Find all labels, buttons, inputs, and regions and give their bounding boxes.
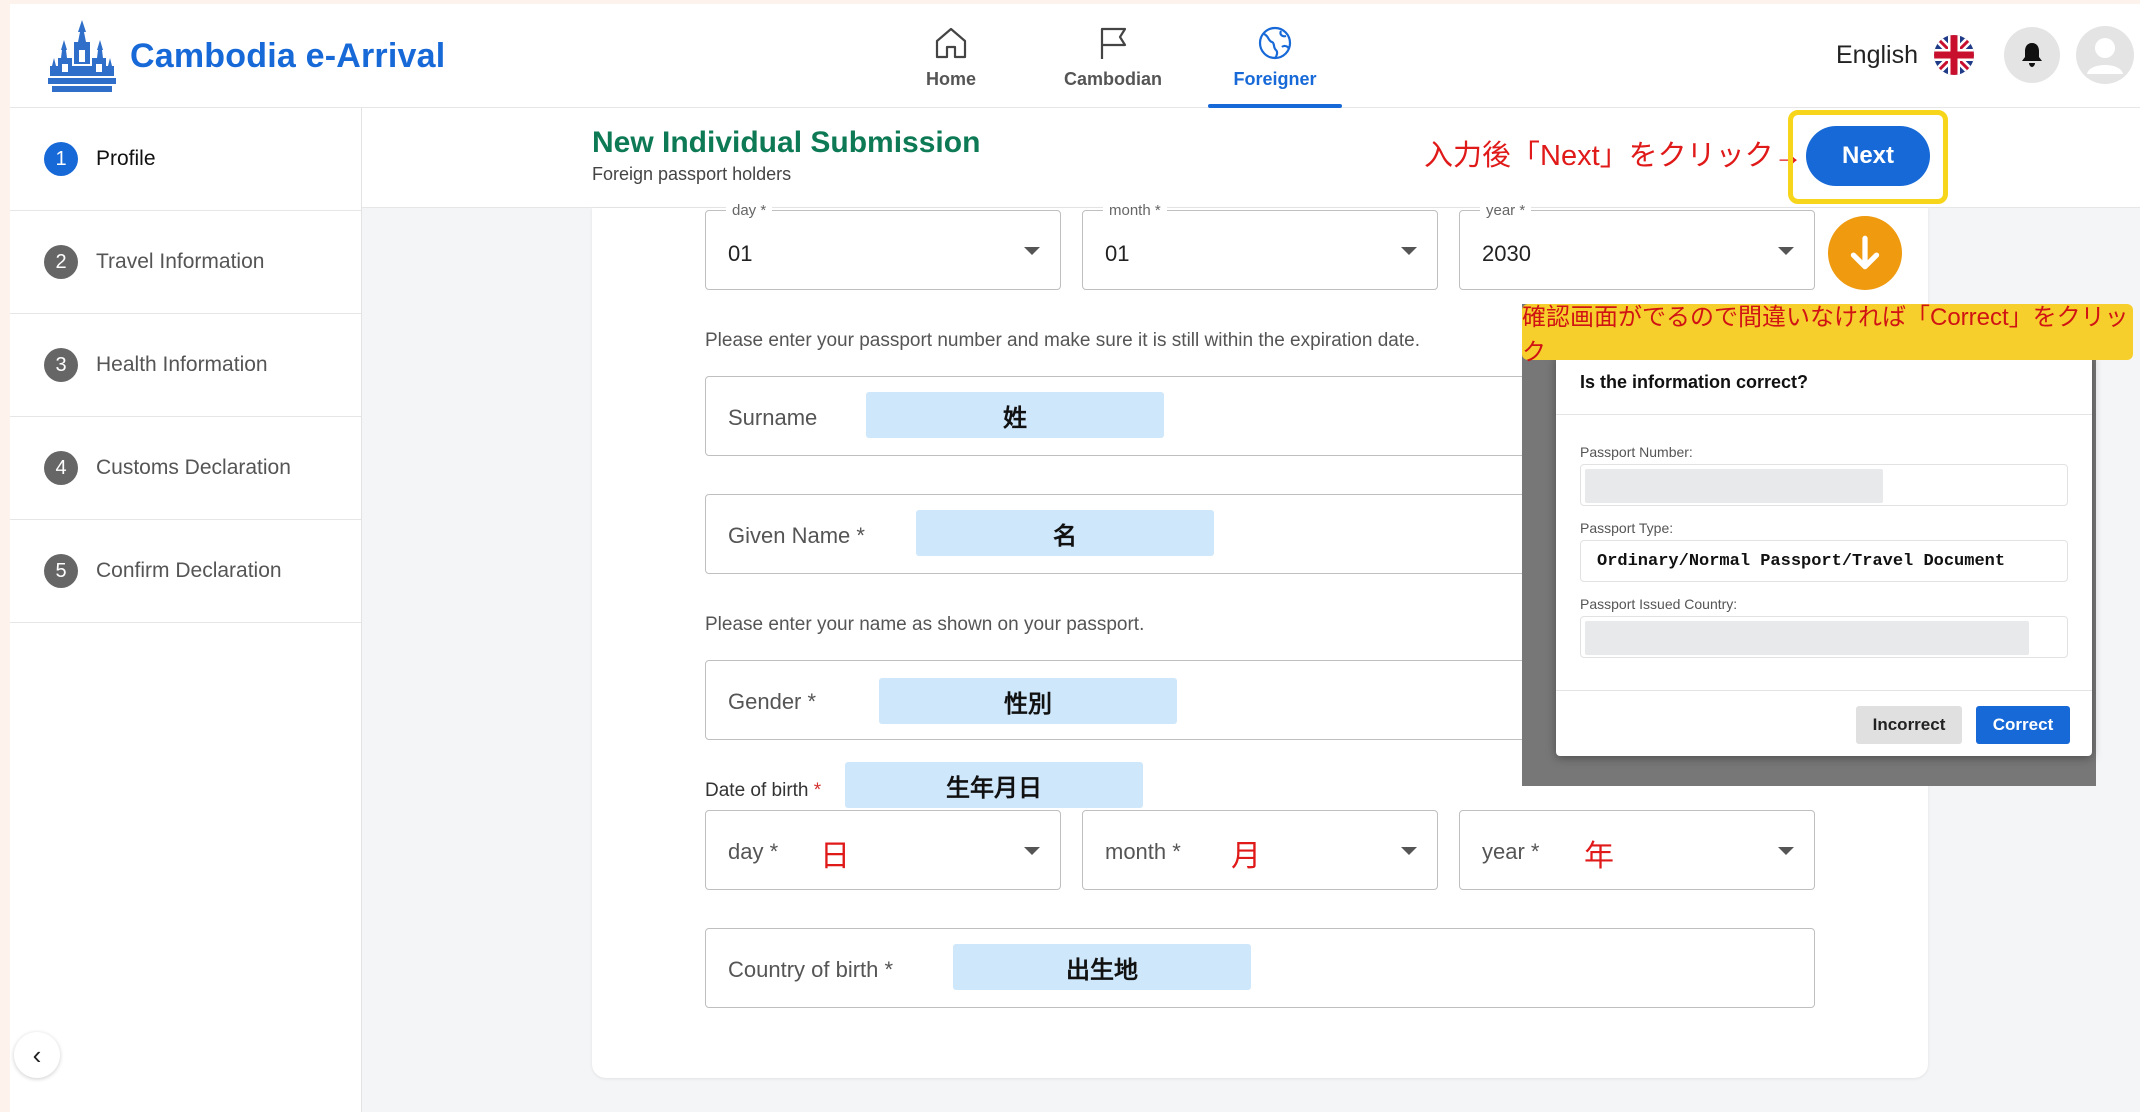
home-icon: [935, 27, 967, 58]
step-number: 2: [44, 245, 78, 279]
redacted-value: [1585, 621, 2029, 655]
top-header: Cambodia e-Arrival Home Cambodian Foreig…: [10, 4, 2140, 108]
dob-month-note: 月: [1231, 840, 1261, 873]
globe-icon: [1258, 26, 1292, 59]
step-number: 1: [44, 142, 78, 176]
redacted-value: [1585, 469, 1883, 503]
country-of-birth-label: Country of birth *: [728, 957, 894, 982]
expiry-month-select[interactable]: month * 01: [1082, 202, 1438, 290]
uk-flag-icon[interactable]: [1934, 35, 1974, 75]
required-mark: *: [813, 780, 822, 801]
surname-hint: 姓: [866, 392, 1164, 438]
given-name-hint: 名: [916, 510, 1214, 556]
angkor-logo-icon: [48, 20, 116, 92]
chevron-down-icon: [1024, 847, 1040, 855]
dob-month-select[interactable]: month * 月: [1082, 810, 1438, 890]
nav-home-label: Home: [925, 68, 976, 89]
step-profile[interactable]: 1 Profile: [10, 108, 361, 211]
step-number: 3: [44, 348, 78, 382]
step-number: 4: [44, 451, 78, 485]
main-nav: Home Cambodian Foreigner: [870, 4, 1356, 108]
step-number: 5: [44, 554, 78, 588]
confirm-dialog: Is the information correct? Passport Num…: [1556, 354, 2092, 756]
chevron-down-icon: [1024, 247, 1040, 255]
field-label: day *: [726, 202, 773, 220]
chevron-down-icon: [1401, 847, 1417, 855]
brand[interactable]: Cambodia e-Arrival: [48, 18, 445, 94]
field-value: 01: [1105, 241, 1130, 266]
nav-home[interactable]: Home: [870, 4, 1032, 108]
field-label: year *: [1480, 202, 1532, 220]
correct-button[interactable]: Correct: [1976, 706, 2070, 744]
passport-type-label: Passport Type:: [1580, 520, 1674, 536]
brand-name: Cambodia e-Arrival: [130, 36, 446, 75]
given-name-label: Given Name *: [728, 523, 865, 548]
incorrect-button[interactable]: Incorrect: [1856, 706, 1962, 744]
passport-number-value: [1580, 464, 2068, 506]
step-confirm-declaration[interactable]: 5 Confirm Declaration: [10, 520, 361, 623]
notification-bell-icon[interactable]: [2004, 27, 2060, 83]
title-bar: New Individual Submission Foreign passpo…: [362, 108, 2140, 208]
chevron-down-icon: [1778, 247, 1794, 255]
nav-foreigner[interactable]: Foreigner: [1194, 4, 1356, 108]
confirm-dialog-title: Is the information correct?: [1580, 372, 1809, 392]
step-label: Travel Information: [96, 250, 265, 273]
next-button[interactable]: Next: [1806, 126, 1930, 186]
field-label: month *: [1103, 202, 1167, 220]
step-travel-information[interactable]: 2 Travel Information: [10, 211, 361, 314]
expiry-year-select[interactable]: year * 2030: [1459, 202, 1815, 290]
steps-sidebar: 1 Profile 2 Travel Information 3 Health …: [10, 108, 362, 1112]
name-helper-text: Please enter your name as shown on your …: [705, 614, 1145, 635]
dob-day-select[interactable]: day * 日: [705, 810, 1061, 890]
gender-hint: 性別: [879, 678, 1177, 724]
dob-day-note: 日: [820, 840, 850, 873]
dob-label: Date of birth *: [705, 780, 821, 802]
next-instruction-annotation: 入力後「Next」をクリック→: [1424, 140, 1803, 172]
dob-hint: 生年月日: [845, 762, 1143, 808]
user-avatar-icon[interactable]: [2076, 26, 2134, 84]
passport-number-label: Passport Number:: [1580, 444, 1693, 460]
page-subtitle: Foreign passport holders: [592, 164, 792, 184]
collapse-sidebar-chevron-left-icon[interactable]: ‹: [14, 1032, 60, 1078]
dob-year-note: 年: [1584, 840, 1614, 873]
page-title: New Individual Submission: [592, 126, 981, 159]
confirm-instruction-annotation: 確認画面がでるので間違いなければ「Correct」をクリック: [1522, 304, 2133, 366]
dob-label-text: Date of birth: [705, 780, 809, 801]
arrow-down-icon: [1828, 216, 1902, 290]
passport-helper-text: Please enter your passport number and ma…: [705, 330, 1420, 351]
nav-cambodian-label: Cambodian: [1063, 68, 1162, 89]
surname-label: Surname: [728, 405, 818, 430]
step-health-information[interactable]: 3 Health Information: [10, 314, 361, 417]
gender-label: Gender *: [728, 689, 817, 714]
dob-day-label: day *: [728, 839, 779, 864]
step-label: Confirm Declaration: [96, 559, 282, 582]
divider: [1556, 414, 2092, 415]
field-value: 2030: [1482, 241, 1531, 266]
passport-type-value: Ordinary/Normal Passport/Travel Document: [1597, 552, 2006, 571]
expiry-day-select[interactable]: day * 01: [705, 202, 1061, 290]
field-value: 01: [728, 241, 753, 266]
issued-country-label: Passport Issued Country:: [1580, 596, 1738, 612]
language-label[interactable]: English: [1836, 41, 1918, 70]
step-label: Health Information: [96, 353, 268, 376]
flag-icon: [1100, 27, 1127, 59]
chevron-down-icon: [1778, 847, 1794, 855]
country-of-birth-hint: 出生地: [953, 944, 1251, 990]
country-of-birth-field[interactable]: Country of birth *: [705, 928, 1815, 1008]
dob-year-label: year *: [1482, 839, 1540, 864]
step-customs-declaration[interactable]: 4 Customs Declaration: [10, 417, 361, 520]
dob-year-select[interactable]: year * 年: [1459, 810, 1815, 890]
divider: [1556, 690, 2092, 691]
issued-country-value: [1580, 616, 2068, 658]
chevron-down-icon: [1401, 247, 1417, 255]
step-label: Profile: [96, 147, 156, 170]
step-label: Customs Declaration: [96, 456, 291, 479]
header-actions: English: [1836, 26, 2140, 84]
nav-cambodian[interactable]: Cambodian: [1032, 4, 1194, 108]
passport-type-value-box: Ordinary/Normal Passport/Travel Document: [1580, 540, 2068, 582]
nav-foreigner-label: Foreigner: [1233, 68, 1317, 89]
dob-month-label: month *: [1105, 839, 1181, 864]
